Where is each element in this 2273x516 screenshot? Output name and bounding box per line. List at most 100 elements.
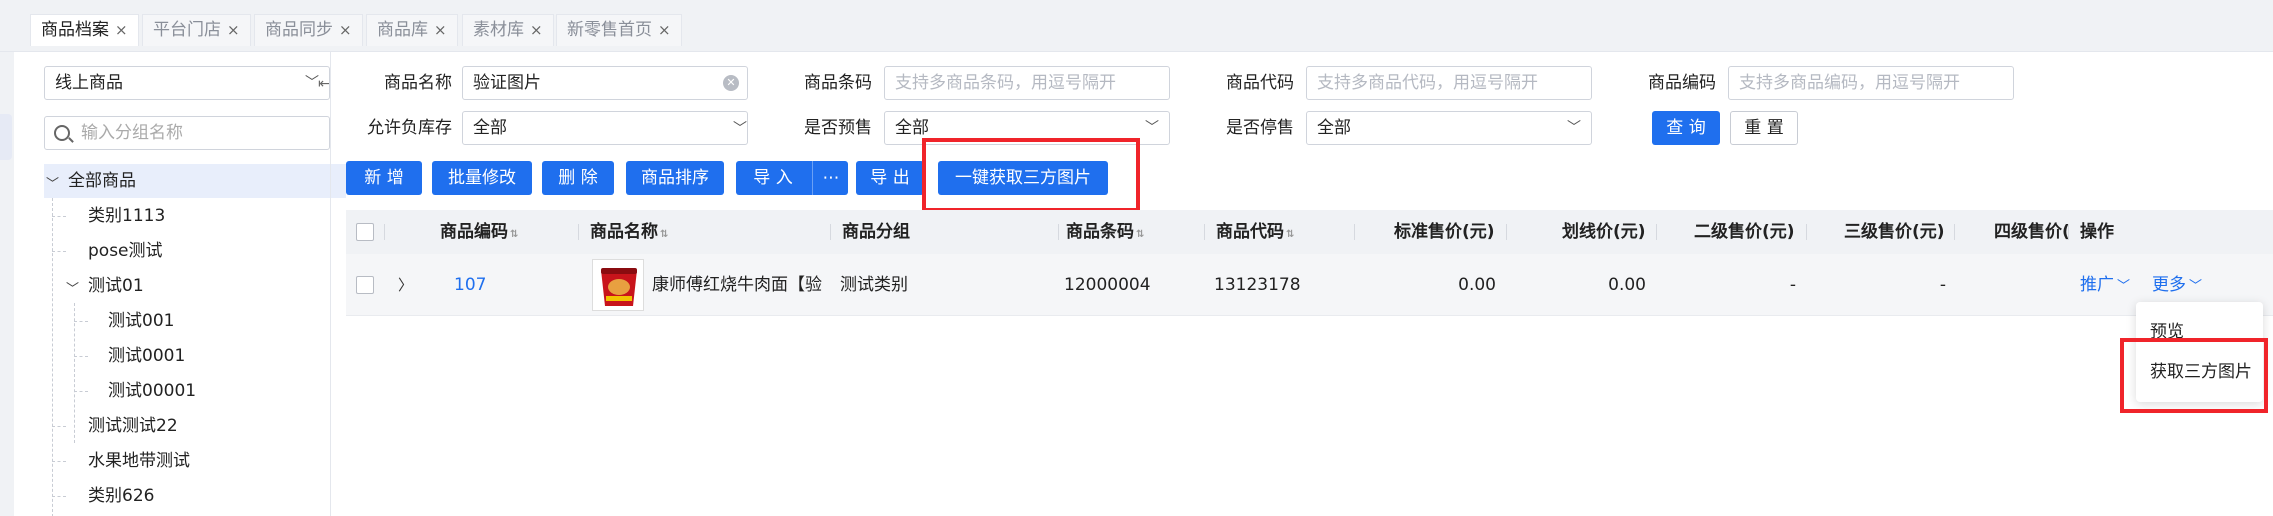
tree-item-all-products[interactable]: 全部商品 — [68, 164, 136, 198]
chevron-down-icon: ﹀ — [2189, 279, 2203, 294]
sort-icon[interactable]: ⇅ — [510, 229, 518, 240]
sort-icon[interactable]: ⇅ — [1286, 229, 1294, 240]
barcode-label: 商品条码 — [804, 73, 872, 93]
batch-edit-button[interactable]: 批量修改 — [432, 161, 532, 195]
tab-product-archive[interactable]: 商品档案 × — [30, 14, 139, 46]
col-product-code[interactable]: 商品代码 ⇅ — [1216, 210, 1294, 254]
tab-label: 新零售首页 — [567, 20, 652, 40]
expand-arrow-icon[interactable]: ﹀ — [46, 173, 59, 192]
app-root: { "tabs": [ {"label": "商品档案", "active": … — [0, 0, 2273, 516]
tree-item-test00001[interactable]: 测试00001 — [108, 374, 196, 408]
delete-button[interactable]: 删 除 — [542, 161, 614, 195]
tree-guide-line — [74, 303, 75, 443]
noodle-cup-image — [593, 260, 643, 310]
tree-item-fruit-zone-test[interactable]: 水果地带测试 — [88, 444, 190, 478]
select-all-checkbox[interactable] — [356, 223, 374, 241]
cell-product-name: 康师傅红烧牛肉面【验 — [652, 275, 822, 295]
col-label: 商品条码 — [1066, 222, 1134, 242]
tree-guide-line — [52, 496, 66, 497]
reset-button[interactable]: 重 置 — [1730, 111, 1798, 145]
row-expand-icon[interactable]: 〉 — [398, 254, 413, 316]
chevron-down-icon: ﹀ — [1145, 120, 1159, 136]
col-product-number[interactable]: 商品编码 ⇅ — [440, 210, 518, 254]
tree-item-test0001[interactable]: 测试0001 — [108, 339, 185, 373]
chevron-down-icon: ﹀ — [2117, 279, 2131, 294]
query-button[interactable]: 查 询 — [1652, 111, 1720, 145]
tab-new-retail-home[interactable]: 新零售首页 × — [556, 14, 682, 46]
cell-level2-price: - — [1789, 275, 1796, 295]
col-barcode[interactable]: 商品条码 ⇅ — [1066, 210, 1144, 254]
close-icon[interactable]: × — [115, 15, 128, 45]
close-icon[interactable]: × — [530, 15, 543, 45]
export-button[interactable]: 导 出 — [856, 161, 924, 195]
tree-item-category626[interactable]: 类别626 — [88, 479, 154, 513]
close-icon[interactable]: × — [339, 15, 352, 45]
tree-guide-line — [52, 251, 66, 252]
product-name-label: 商品名称 — [384, 73, 452, 93]
product-number-label: 商品编码 — [1648, 73, 1716, 93]
chevron-down-icon: ﹀ — [305, 75, 319, 91]
chevron-down-icon: ﹀ — [733, 121, 747, 137]
column-separator — [1656, 224, 1657, 240]
close-icon[interactable]: × — [434, 15, 447, 45]
discontinued-value: 全部 — [1317, 118, 1351, 138]
presale-label: 是否预售 — [804, 118, 872, 138]
tab-product-library[interactable]: 商品库 × — [366, 14, 458, 46]
tab-product-sync[interactable]: 商品同步 × — [254, 14, 363, 46]
negative-stock-select[interactable]: 全部 ﹀ — [462, 111, 748, 145]
clear-icon[interactable]: ✕ — [723, 75, 739, 91]
group-search-placeholder: 输入分组名称 — [81, 123, 183, 143]
col-level2-price: 二级售价(元) — [1694, 222, 1795, 242]
tree-guide-line — [52, 426, 66, 427]
cell-barcode: 12000004 — [1064, 275, 1151, 295]
sort-icon[interactable]: ⇅ — [1136, 229, 1144, 240]
more-label: 更多 — [2152, 275, 2186, 295]
collapse-sidebar-icon[interactable]: ⇤ — [318, 76, 330, 92]
product-number-input[interactable]: 支持多商品编码，用逗号隔开 — [1728, 66, 2014, 100]
product-code-input[interactable]: 支持多商品代码，用逗号隔开 — [1306, 66, 1592, 100]
sort-button[interactable]: 商品排序 — [626, 161, 724, 195]
nav-strip-indicator — [0, 114, 12, 160]
sort-icon[interactable]: ⇅ — [660, 229, 668, 240]
close-icon[interactable]: × — [658, 15, 671, 45]
negative-stock-label: 允许负库存 — [367, 118, 452, 138]
import-button[interactable]: 导 入 — [736, 161, 810, 195]
product-name-input[interactable]: 验证图片 ✕ — [462, 66, 748, 100]
tree-item-category1113[interactable]: 类别1113 — [88, 199, 165, 233]
column-separator — [1954, 224, 1955, 240]
cell-product-number[interactable]: 107 — [454, 254, 486, 316]
group-search-input[interactable]: 输入分组名称 — [44, 116, 330, 150]
discontinued-select[interactable]: 全部 ﹀ — [1306, 111, 1592, 145]
product-name-value: 验证图片 — [473, 73, 541, 93]
col-standard-price: 标准售价(元) — [1394, 222, 1495, 242]
tree-guide-line — [74, 356, 88, 357]
search-icon — [54, 125, 70, 141]
row-checkbox[interactable] — [356, 276, 374, 294]
tab-platform-stores[interactable]: 平台门店 × — [142, 14, 251, 46]
cell-product-code: 13123178 — [1214, 275, 1301, 295]
add-button[interactable]: 新 增 — [346, 161, 422, 195]
tree-item-pose-test[interactable]: pose测试 — [88, 234, 163, 268]
tree-item-testtest22[interactable]: 测试测试22 — [88, 409, 178, 443]
tab-material-library[interactable]: 素材库 × — [462, 14, 554, 46]
negative-stock-value: 全部 — [473, 118, 507, 138]
product-thumbnail — [592, 259, 644, 311]
button-separator — [812, 161, 813, 195]
chevron-down-icon: ﹀ — [1567, 120, 1581, 136]
close-icon[interactable]: × — [227, 15, 240, 45]
category-sidebar: 线上商品 ﹀ 输入分组名称 ﹀ 全部商品 类别1113 pose测试 ﹀ 测试0… — [30, 52, 346, 516]
promote-dropdown[interactable]: 推广 ﹀ — [2080, 254, 2130, 316]
presale-value: 全部 — [895, 118, 929, 138]
col-product-group: 商品分组 — [842, 222, 910, 242]
promote-label: 推广 — [2080, 275, 2114, 295]
barcode-input[interactable]: 支持多商品条码，用逗号隔开 — [884, 66, 1170, 100]
tree-item-test001[interactable]: 测试001 — [108, 304, 174, 338]
column-separator — [2068, 224, 2069, 240]
channel-select[interactable]: 线上商品 ﹀ — [44, 66, 330, 100]
expand-arrow-icon[interactable]: ﹀ — [66, 278, 79, 297]
tree-guide-line — [52, 216, 66, 217]
col-product-name[interactable]: 商品名称 ⇅ — [590, 210, 668, 254]
tree-item-test01[interactable]: 测试01 — [88, 269, 144, 303]
tree-guide-line — [52, 461, 66, 462]
import-more-button[interactable]: ⋯ — [814, 161, 848, 195]
